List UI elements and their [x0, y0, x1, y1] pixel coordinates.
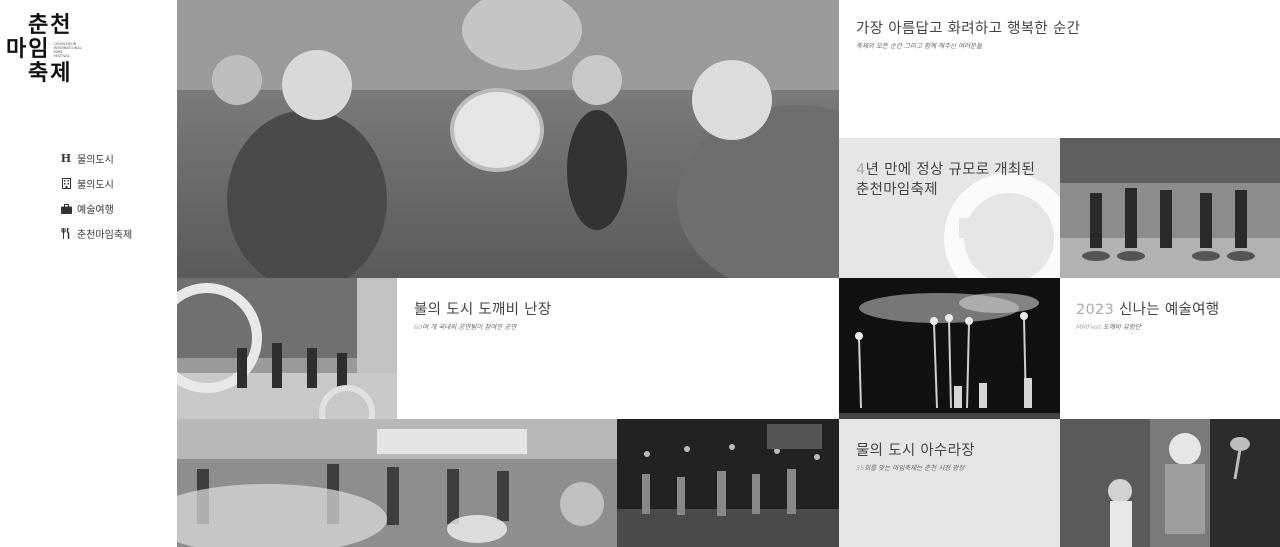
- sidebar: 춘천 마임 CHUNCHEON INTERNATIONAL MIME FESTI…: [0, 0, 177, 547]
- card-subtitle: 회를 맞는 마임축제는 춘천 시청 광장: [864, 464, 965, 472]
- year: 2023: [1076, 302, 1115, 318]
- card-title: 신나는 예술여행: [1114, 302, 1220, 318]
- card-subtitle: 도깨비 유랑단: [1100, 323, 1141, 331]
- nav-label: 물의도시: [77, 155, 114, 166]
- photo-fire-performance[interactable]: [839, 278, 1060, 419]
- nav-label: 예술여행: [77, 205, 114, 216]
- nav-item-art-trip[interactable]: 예술여행: [60, 196, 132, 221]
- card-title: 물의 도시 아수라장: [856, 443, 975, 459]
- suitcase-icon: [60, 203, 72, 215]
- card-subtitle: 여 개 국내외 공연팀이 참여한 공연: [422, 323, 517, 331]
- card-subtitle: 축제의 모든 순간 그리고 함께 해주신 여러분들: [856, 42, 983, 50]
- card-fire-city[interactable]: 불의 도시 도깨비 난장 60여 개 국내외 공연팀이 참여한 공연: [397, 278, 839, 419]
- nav-label: 불의도시: [77, 180, 114, 191]
- card-art-trip[interactable]: 2023 신나는 예술여행 MMFest 도깨비 유랑단: [1060, 278, 1280, 419]
- nav-item-fire-city[interactable]: 불의도시: [60, 171, 132, 196]
- nav-item-festival[interactable]: 춘천마임축제: [60, 221, 132, 246]
- card-title-line1: 년 만에 정상 규모로 개최된: [865, 162, 1036, 178]
- card-title-line2: 춘천마임축제: [856, 182, 938, 198]
- card-title: 불의 도시 도깨비 난장: [414, 302, 552, 318]
- nav-item-water-city[interactable]: H 물의도시: [60, 146, 132, 171]
- photo-performers-suits[interactable]: [1060, 138, 1280, 278]
- nav-label: 춘천마임축제: [77, 230, 133, 241]
- card-water-city[interactable]: 물의 도시 아수라장 35회를 맞는 마임축제는 춘천 시청 광장: [839, 419, 1060, 547]
- brand-tag: MMFest: [1076, 323, 1101, 331]
- logo-line2: 마임: [6, 37, 51, 62]
- card-normal-scale[interactable]: 4년 만에 정상 규모로 개최된 춘천마임축제: [839, 138, 1060, 278]
- building-icon: [60, 178, 72, 190]
- photo-water-splash[interactable]: [177, 0, 839, 278]
- logo-small-text: CHUNCHEON INTERNATIONAL MIME FESTIVAL: [53, 42, 82, 58]
- photo-crowd-splash[interactable]: [177, 419, 617, 547]
- gallery-grid: 가장 아름답고 화려하고 행복한 순간 축제의 모든 순간 그리고 함께 해주신…: [177, 0, 1280, 547]
- photo-night-crowd[interactable]: [617, 419, 839, 547]
- logo-line3: 축제: [28, 61, 73, 86]
- main-nav: H 물의도시 불의도시 예술여행 춘천마임축제: [60, 146, 132, 246]
- logo-line1: 춘천: [28, 13, 73, 38]
- festival-logo[interactable]: 춘천 마임 CHUNCHEON INTERNATIONAL MIME FESTI…: [6, 13, 82, 94]
- utensils-icon: [60, 228, 72, 240]
- photo-clown-performer[interactable]: [1060, 419, 1280, 547]
- year-count: 4: [856, 162, 866, 178]
- photo-dance-performance[interactable]: [177, 278, 397, 419]
- card-title: 가장 아름답고 화려하고 행복한 순간: [856, 21, 1081, 37]
- h-icon: H: [60, 152, 72, 165]
- card-best-moments[interactable]: 가장 아름답고 화려하고 행복한 순간 축제의 모든 순간 그리고 함께 해주신…: [839, 0, 1280, 138]
